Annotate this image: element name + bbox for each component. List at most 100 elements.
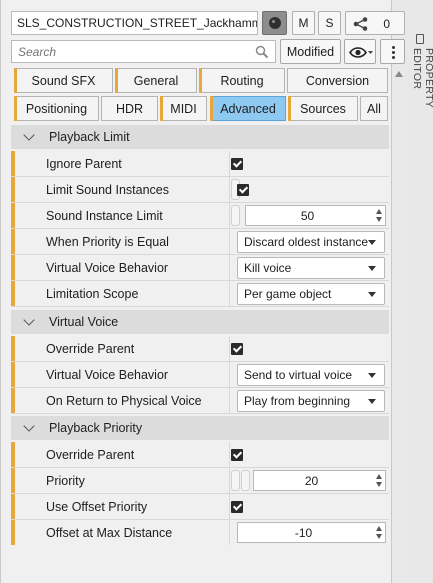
property-label: When Priority is Equal (46, 235, 169, 249)
chevron-down-icon (368, 266, 376, 271)
references-button[interactable]: 0 (345, 11, 405, 35)
column-divider (229, 362, 230, 387)
return-physical-voice-dropdown[interactable]: Play from beginning (237, 390, 385, 412)
dropdown-value: Per game object (244, 287, 332, 301)
more-dot-icon (392, 46, 395, 49)
search-input[interactable] (12, 41, 242, 63)
modified-indicator (11, 494, 15, 519)
search-icon (255, 45, 269, 59)
section-playback-priority[interactable]: Playback Priority (11, 416, 389, 440)
link-handle[interactable] (231, 470, 240, 491)
column-divider (229, 336, 230, 361)
dropdown-value: Play from beginning (244, 394, 351, 408)
collapse-chevron-icon[interactable] (23, 314, 35, 326)
collapse-chevron-icon[interactable] (23, 129, 35, 141)
search-box[interactable] (11, 40, 276, 63)
pin-icon[interactable] (416, 34, 424, 44)
section-virtual-voice[interactable]: Virtual Voice (11, 310, 389, 334)
tab-label: Conversion (305, 73, 370, 88)
stepper-up-icon[interactable] (376, 526, 382, 531)
section-title: Virtual Voice (49, 315, 119, 329)
column-divider (229, 468, 230, 493)
link-handle[interactable] (231, 205, 240, 226)
eye-icon (349, 47, 373, 58)
section-playback-limit[interactable]: Playback Limit (11, 125, 389, 149)
tab-sound-sfx[interactable]: Sound SFX (14, 68, 113, 93)
visibility-button[interactable] (344, 39, 376, 64)
tab-routing[interactable]: Routing (199, 68, 285, 93)
more-options-button[interactable] (380, 39, 405, 64)
collapse-chevron-icon[interactable] (23, 420, 35, 432)
tab-general[interactable]: General (115, 68, 197, 93)
property-label: Limitation Scope (46, 287, 139, 301)
property-editor-side-tab[interactable]: PROPERTY EDITOR (410, 32, 433, 132)
tab-midi[interactable]: MIDI (160, 96, 207, 121)
property-label: Limit Sound Instances (46, 183, 169, 197)
tab-sources[interactable]: Sources (288, 96, 358, 121)
tab-conversion[interactable]: Conversion (287, 68, 388, 93)
modified-filter-button[interactable]: Modified (280, 39, 341, 64)
chevron-down-icon (368, 240, 376, 245)
modified-indicator (11, 520, 15, 545)
stepper-up-icon[interactable] (376, 209, 382, 214)
tab-label: Sound SFX (31, 73, 96, 88)
mute-button[interactable]: M (292, 11, 315, 35)
property-label: Virtual Voice Behavior (46, 261, 169, 275)
modified-indicator (11, 281, 15, 306)
column-divider (229, 494, 230, 519)
virtual-voice-behavior-dropdown[interactable]: Send to virtual voice (237, 364, 385, 386)
stepper-value: 20 (304, 474, 319, 488)
scroll-up-arrow-icon[interactable] (395, 71, 403, 77)
stepper-up-icon[interactable] (376, 474, 382, 479)
palette-icon (268, 17, 281, 29)
tab-positioning[interactable]: Positioning (14, 96, 99, 121)
tab-indicator (288, 96, 291, 121)
virtual-voice-behavior-dropdown[interactable]: Kill voice (237, 257, 385, 279)
rtpc-handle[interactable] (241, 470, 250, 491)
stepper-down-icon[interactable] (376, 534, 382, 539)
offset-max-distance-stepper[interactable]: -10 (237, 522, 386, 543)
column-divider (229, 442, 230, 467)
use-offset-priority-checkbox[interactable] (231, 501, 243, 513)
property-row-use-offset-priority: Use Offset Priority (11, 494, 389, 520)
vertical-scrollbar[interactable] (393, 40, 405, 580)
tab-all[interactable]: All (360, 96, 388, 121)
sound-instance-limit-stepper[interactable]: 50 (245, 205, 386, 226)
property-row-priority-equal: When Priority is Equal Discard oldest in… (11, 229, 389, 255)
override-parent-checkbox[interactable] (231, 343, 243, 355)
object-name-field[interactable]: SLS_CONSTRUCTION_STREET_Jackhammer_0 (11, 11, 258, 35)
override-parent-checkbox[interactable] (231, 449, 243, 461)
modified-indicator (11, 229, 15, 254)
property-row-limitation-scope: Limitation Scope Per game object (11, 281, 389, 307)
modified-indicator (11, 388, 15, 413)
tab-indicator (199, 68, 202, 93)
property-row-virtual-voice-behavior: Virtual Voice Behavior Kill voice (11, 255, 389, 281)
chevron-down-icon (368, 399, 376, 404)
priority-equal-dropdown[interactable]: Discard oldest instance (237, 231, 385, 253)
property-label: Priority (46, 474, 85, 488)
property-label: Override Parent (46, 342, 135, 356)
tab-indicator (210, 96, 213, 121)
limit-sound-instances-checkbox[interactable] (237, 184, 249, 196)
stepper-down-icon[interactable] (376, 217, 382, 222)
modified-indicator (11, 177, 15, 202)
tab-label: Advanced (220, 101, 276, 116)
stepper-down-icon[interactable] (376, 482, 382, 487)
solo-button[interactable]: S (318, 11, 341, 35)
priority-stepper[interactable]: 20 (253, 470, 386, 491)
column-divider (229, 177, 230, 202)
property-row-offset-max-distance: Offset at Max Distance -10 (11, 520, 389, 546)
column-divider (229, 520, 230, 545)
tab-label: HDR (115, 101, 144, 116)
tab-indicator (14, 68, 17, 93)
modified-indicator (11, 442, 15, 467)
tab-label: Sources (300, 101, 346, 116)
modified-indicator (11, 151, 15, 176)
property-row-sound-instance-limit: Sound Instance Limit 50 (11, 203, 389, 229)
color-palette-button[interactable] (262, 11, 287, 35)
ignore-parent-checkbox[interactable] (231, 158, 243, 170)
chevron-down-icon (368, 292, 376, 297)
tab-advanced[interactable]: Advanced (210, 96, 286, 121)
limitation-scope-dropdown[interactable]: Per game object (237, 283, 385, 305)
tab-hdr[interactable]: HDR (101, 96, 158, 121)
